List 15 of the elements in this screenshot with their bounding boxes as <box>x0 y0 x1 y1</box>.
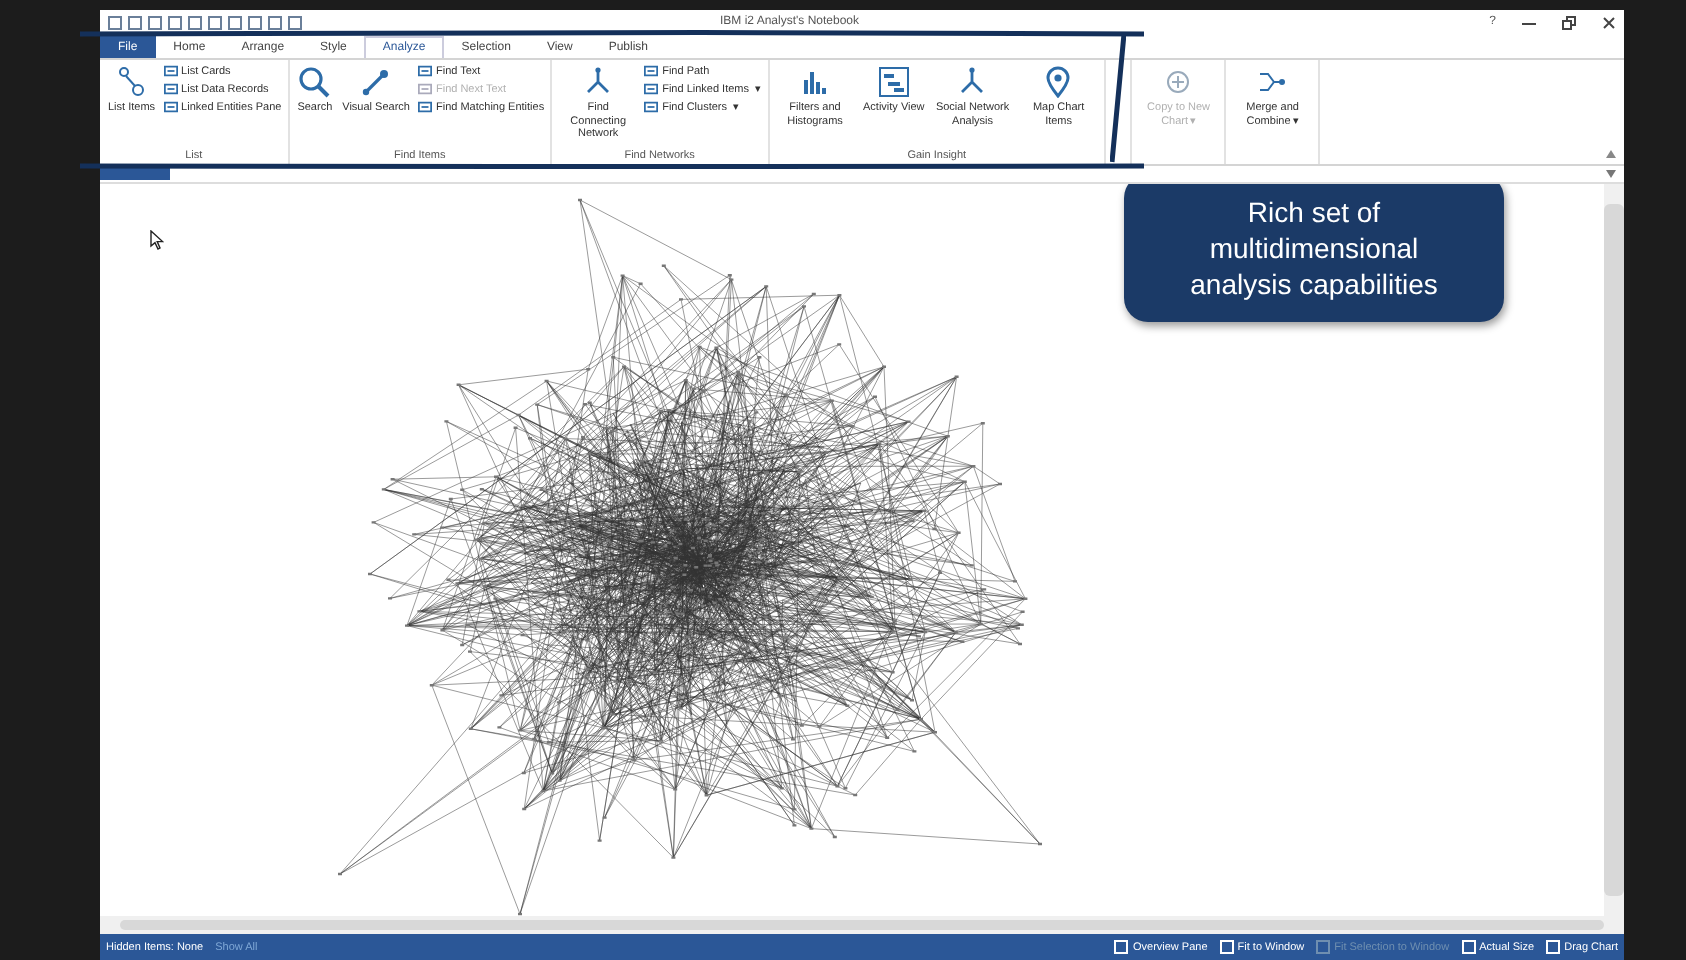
horizontal-scrollbar[interactable] <box>100 916 1624 934</box>
copy-icon <box>1162 66 1195 98</box>
histogram-icon <box>799 66 832 98</box>
dropdown-icon[interactable] <box>1606 170 1616 178</box>
cursor-icon <box>150 230 164 250</box>
close-icon[interactable] <box>1602 15 1616 29</box>
list-icon <box>115 66 148 98</box>
collapse-icon[interactable] <box>1606 150 1616 158</box>
vertical-scrollbar[interactable] <box>1604 184 1624 916</box>
search-icon <box>298 66 331 98</box>
timeline-icon <box>877 66 910 98</box>
restore-icon[interactable] <box>1562 15 1576 29</box>
map-pin-icon <box>1042 66 1075 98</box>
callout: Rich set of multidimensional analysis capabilities <box>1124 184 1504 322</box>
minimize-icon[interactable] <box>1522 17 1536 27</box>
